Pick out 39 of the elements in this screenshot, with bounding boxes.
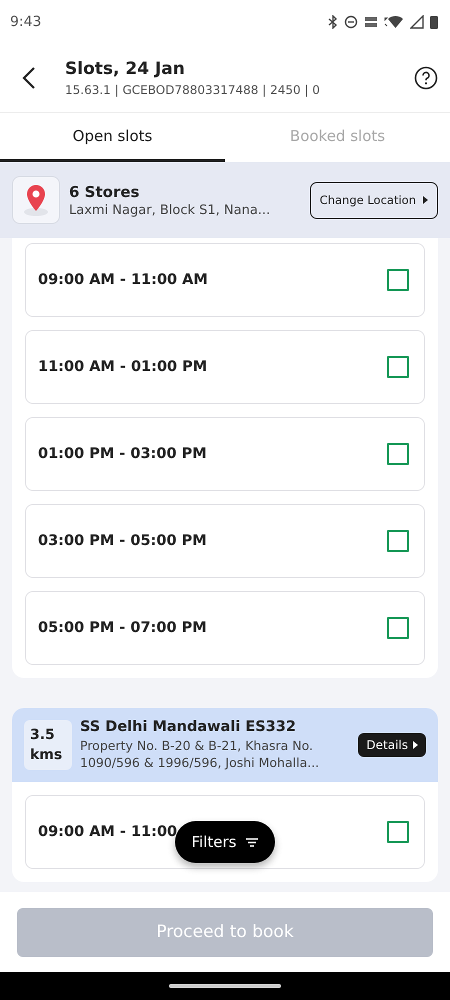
checkbox[interactable] — [387, 617, 409, 639]
checkbox[interactable] — [387, 530, 409, 552]
page-subtitle: 15.63.1 | GCEBOD78803317488 | 2450 | 0 — [65, 83, 321, 97]
store-name: SS Delhi Mandawali ES332 — [80, 719, 297, 735]
page-title: Slots, 24 Jan — [65, 59, 186, 79]
change-location-button[interactable]: Change Location — [310, 182, 438, 218]
slot-time: 03:00 PM - 05:00 PM — [38, 533, 207, 549]
signal-icon — [410, 15, 424, 29]
checkbox[interactable] — [387, 269, 409, 291]
caret-icon — [423, 196, 428, 204]
filters-button[interactable]: Filters — [175, 821, 275, 863]
do-not-disturb-icon — [344, 15, 358, 29]
slot-time: 09:00 AM - 11:00 — [38, 824, 178, 840]
checkbox[interactable] — [387, 443, 409, 465]
caret-icon — [413, 741, 418, 749]
slot-card[interactable]: 01:00 PM - 03:00 PM — [25, 417, 425, 491]
slot-time: 05:00 PM - 07:00 PM — [38, 620, 207, 636]
store-address: Property No. B-20 & B-21, Khasra No. 1090/596 & 1996/596, Joshi Mohalla... — [80, 737, 320, 771]
slot-time: 09:00 AM - 11:00 AM — [38, 272, 208, 288]
checkbox[interactable] — [387, 356, 409, 378]
back-icon[interactable] — [22, 67, 36, 89]
slot-card[interactable]: 09:00 AM - 11:00 AM — [25, 243, 425, 317]
distance-badge: 3.5 kms — [24, 720, 72, 770]
slot-time: 11:00 AM - 01:00 PM — [38, 359, 208, 375]
slot-card[interactable]: 11:00 AM - 01:00 PM — [25, 330, 425, 404]
slot-card[interactable]: 03:00 PM - 05:00 PM — [25, 504, 425, 578]
location-pin-icon — [12, 176, 60, 224]
battery-icon — [430, 15, 438, 29]
help-icon[interactable] — [414, 66, 438, 90]
slot-card[interactable]: 05:00 PM - 07:00 PM — [25, 591, 425, 665]
location-address: Laxmi Nagar, Block S1, Nana... — [69, 202, 272, 218]
filter-icon — [246, 838, 258, 846]
status-time: 9:43 — [10, 14, 42, 30]
checkbox[interactable] — [387, 821, 409, 843]
bluetooth-icon — [328, 15, 338, 29]
details-button[interactable]: Details — [358, 733, 426, 757]
slot-time: 01:00 PM - 03:00 PM — [38, 446, 207, 462]
stores-count: 6 Stores — [69, 182, 140, 200]
home-handle[interactable] — [169, 984, 281, 988]
